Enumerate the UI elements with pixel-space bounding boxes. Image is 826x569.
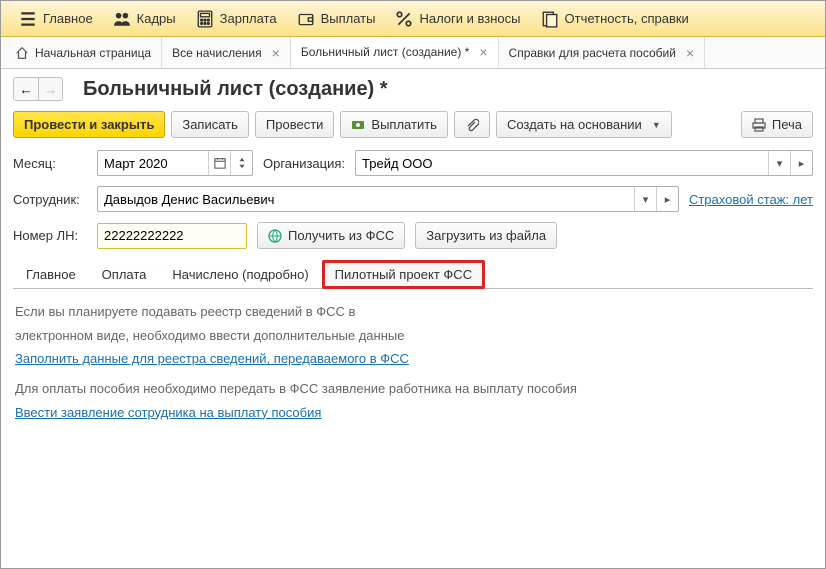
print-button[interactable]: Печа (741, 111, 813, 138)
row-month-org: Месяц: Организация: ▾ ▸ (13, 150, 813, 176)
stepper-icon[interactable] (230, 151, 252, 175)
title-row: ← → Больничный лист (создание) * (13, 77, 813, 101)
menu-main[interactable]: Главное (9, 5, 103, 33)
get-fss-label: Получить из ФСС (288, 228, 394, 243)
tab-sick-leave[interactable]: Больничный лист (создание) * × (291, 37, 499, 68)
wallet-icon (297, 11, 315, 27)
page-title: Больничный лист (создание) * (83, 78, 388, 101)
menu-otchet[interactable]: Отчетность, справки (531, 5, 699, 33)
employee-label: Сотрудник: (13, 192, 87, 207)
printer-icon (752, 118, 766, 132)
close-icon[interactable]: × (272, 45, 280, 61)
org-input-group: ▾ ▸ (355, 150, 813, 176)
clip-icon (465, 118, 479, 132)
chevron-down-icon[interactable]: ▾ (634, 187, 656, 211)
fill-registry-link[interactable]: Заполнить данные для реестра сведений, п… (15, 351, 409, 366)
tab-sick-leave-label: Больничный лист (создание) * (301, 45, 470, 59)
tab-content: Если вы планируете подавать реестр сведе… (13, 299, 813, 438)
save-button[interactable]: Записать (171, 111, 249, 138)
row-nomer: Номер ЛН: Получить из ФСС Загрузить из ф… (13, 222, 813, 249)
menu-nalogi[interactable]: Налоги и взносы (385, 5, 530, 33)
menu-nalogi-label: Налоги и взносы (419, 11, 520, 26)
menu-main-label: Главное (43, 11, 93, 26)
open-ref-icon[interactable]: ▸ (790, 151, 812, 175)
create-based-button[interactable]: Создать на основании ▼ (496, 111, 672, 138)
percent-icon (395, 11, 413, 27)
nav-tabs: Начальная страница Все начисления × Боль… (1, 37, 825, 69)
people-icon (113, 11, 131, 27)
attach-button[interactable] (454, 111, 490, 138)
tab-spravki[interactable]: Справки для расчета пособий × (499, 37, 706, 68)
menu-otchet-label: Отчетность, справки (565, 11, 689, 26)
nav-arrows: ← → (13, 77, 63, 101)
chevron-down-icon[interactable]: ▾ (768, 151, 790, 175)
tab-main[interactable]: Главное (13, 260, 89, 289)
open-ref-icon[interactable]: ▸ (656, 187, 678, 211)
money-icon (351, 118, 365, 132)
org-label: Организация: (263, 156, 345, 171)
org-input[interactable] (356, 151, 768, 175)
menu-kadry-label: Кадры (137, 11, 176, 26)
tab-all-accruals[interactable]: Все начисления × (162, 37, 291, 68)
menu-zarplata-label: Зарплата (220, 11, 277, 26)
month-input[interactable] (98, 151, 208, 175)
tab-nachisleno[interactable]: Начислено (подробно) (159, 260, 321, 289)
month-label: Месяц: (13, 156, 87, 171)
employee-input[interactable] (98, 187, 634, 211)
employee-input-group: ▾ ▸ (97, 186, 679, 212)
create-based-label: Создать на основании (507, 117, 642, 132)
menu-zarplata[interactable]: Зарплата (186, 5, 287, 33)
report-icon (541, 11, 559, 27)
calc-icon (196, 11, 214, 27)
info-text-2: Для оплаты пособия необходимо передать в… (15, 380, 811, 398)
tab-spravki-label: Справки для расчета пособий (509, 46, 676, 60)
globe-icon (268, 229, 282, 243)
tab-all-accruals-label: Все начисления (172, 46, 262, 60)
app-window: Главное Кадры Зарплата Выплаты Налоги и … (0, 0, 826, 569)
get-fss-button[interactable]: Получить из ФСС (257, 222, 405, 249)
menu-kadry[interactable]: Кадры (103, 5, 186, 33)
close-icon[interactable]: × (686, 45, 694, 61)
info-text-1a: Если вы планируете подавать реестр сведе… (15, 303, 811, 321)
nav-forward-button[interactable]: → (38, 78, 62, 100)
chevron-down-icon: ▼ (652, 120, 661, 130)
document-tabs: Главное Оплата Начислено (подробно) Пило… (13, 259, 813, 289)
close-icon[interactable]: × (479, 44, 487, 60)
stazh-link[interactable]: Страховой стаж: лет (689, 192, 813, 207)
print-label: Печа (772, 117, 802, 132)
calendar-icon[interactable] (208, 151, 230, 175)
page-body: ← → Больничный лист (создание) * Провест… (1, 69, 825, 446)
enter-application-link[interactable]: Ввести заявление сотрудника на выплату п… (15, 405, 321, 420)
load-file-button[interactable]: Загрузить из файла (415, 222, 557, 249)
pay-button[interactable]: Выплатить (340, 111, 448, 138)
menu-vyplaty-label: Выплаты (321, 11, 376, 26)
month-input-group (97, 150, 253, 176)
pay-button-label: Выплатить (371, 117, 437, 132)
tab-home[interactable]: Начальная страница (5, 37, 162, 68)
info-text-1b: электронном виде, необходимо ввести допо… (15, 327, 811, 345)
tab-home-label: Начальная страница (35, 46, 151, 60)
nomer-label: Номер ЛН: (13, 228, 87, 243)
main-menu-bar: Главное Кадры Зарплата Выплаты Налоги и … (1, 1, 825, 37)
menu-vyplaty[interactable]: Выплаты (287, 5, 386, 33)
post-button[interactable]: Провести (255, 111, 335, 138)
home-icon (15, 46, 29, 60)
hamburger-icon (19, 11, 37, 27)
tab-oplata[interactable]: Оплата (89, 260, 160, 289)
row-employee: Сотрудник: ▾ ▸ Страховой стаж: лет (13, 186, 813, 212)
toolbar: Провести и закрыть Записать Провести Вып… (13, 111, 813, 138)
tab-pilot-fss[interactable]: Пилотный проект ФСС (322, 260, 485, 289)
nomer-input[interactable] (97, 223, 247, 249)
nav-back-button[interactable]: ← (14, 78, 38, 100)
post-and-close-button[interactable]: Провести и закрыть (13, 111, 165, 138)
